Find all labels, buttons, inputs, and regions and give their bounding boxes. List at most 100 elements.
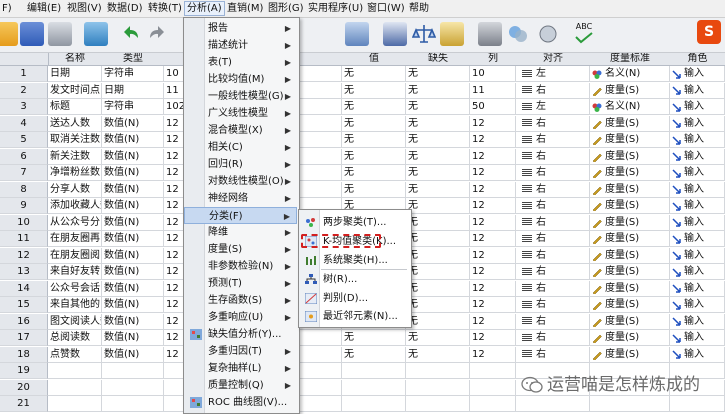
cell-cols[interactable] xyxy=(470,396,516,412)
cell-num[interactable]: 18 xyxy=(0,346,48,363)
cell-num[interactable]: 19 xyxy=(0,363,48,379)
analyze-menu-item[interactable]: 混合模型(X) ▶ xyxy=(184,122,297,139)
cell-align[interactable]: 右 xyxy=(516,264,590,280)
cell-num[interactable]: 6 xyxy=(0,148,48,165)
undo-icon[interactable] xyxy=(118,22,142,46)
cell-align[interactable]: 右 xyxy=(516,165,590,181)
cell-type[interactable]: 数值(N) xyxy=(102,148,164,165)
cell-width[interactable]: 12 xyxy=(164,264,184,280)
cell-type[interactable]: 字符串 xyxy=(102,66,164,82)
cell-value[interactable] xyxy=(342,363,406,379)
cell-type[interactable]: 数值(N) xyxy=(102,330,164,346)
save-icon[interactable] xyxy=(20,22,44,46)
table-row[interactable]: 6 新关注数 数值(N) 12 无无 12 右度量(S) 输入 xyxy=(0,148,725,165)
cell-width[interactable] xyxy=(164,396,184,412)
analyze-menu-item[interactable]: 复杂抽样(L) ▶ xyxy=(184,360,297,377)
dialog-recall-icon[interactable] xyxy=(84,22,108,46)
menu-8[interactable]: 实用程序(U) xyxy=(308,2,363,15)
cell-name[interactable]: 添加收藏人数 xyxy=(48,198,102,214)
menu-2[interactable]: 视图(V) xyxy=(67,2,102,15)
menu-6[interactable]: 直销(M) xyxy=(227,2,263,15)
cell-role[interactable]: 输入 xyxy=(670,66,725,82)
table-row[interactable]: 2 发文时间点 日期 11 无无 11 右度量(S) 输入 xyxy=(0,82,725,99)
cell-measure[interactable]: 度量(S) xyxy=(590,82,670,99)
cell-cols[interactable] xyxy=(470,379,516,396)
column-header-5[interactable]: 缺失 xyxy=(406,53,471,66)
cell-measure[interactable]: 度量(S) xyxy=(590,231,670,247)
cell-width[interactable]: 12 xyxy=(164,148,184,165)
cell-cols[interactable] xyxy=(470,363,516,379)
analyze-menu-item[interactable]: 缺失值分析(Y)... xyxy=(184,326,297,343)
cell-width[interactable]: 12 xyxy=(164,132,184,148)
cell-align[interactable]: 左 xyxy=(516,99,590,115)
show-all-icon[interactable] xyxy=(506,22,530,46)
cell-value[interactable]: 无 xyxy=(342,82,406,99)
menu-5[interactable]: 分析(A) xyxy=(184,1,225,16)
cell-width[interactable]: 12 xyxy=(164,247,184,264)
cell-name[interactable]: 总阅读数 xyxy=(48,330,102,346)
cell-cols[interactable]: 12 xyxy=(470,330,516,346)
cell-missing[interactable]: 无 xyxy=(406,66,470,82)
cell-cols[interactable]: 12 xyxy=(470,264,516,280)
cell-role[interactable]: 输入 xyxy=(670,82,725,99)
cell-missing[interactable]: 无 xyxy=(406,280,470,297)
cell-align[interactable]: 右 xyxy=(516,148,590,165)
column-header-1[interactable]: 类型 xyxy=(102,53,165,66)
cell-width[interactable]: 11 xyxy=(164,82,184,99)
cell-cols[interactable]: 12 xyxy=(470,297,516,313)
cell-name[interactable]: 送达人数 xyxy=(48,115,102,132)
cell-cols[interactable]: 12 xyxy=(470,313,516,330)
cell-role[interactable]: 输入 xyxy=(670,148,725,165)
cell-missing[interactable]: 无 xyxy=(406,313,470,330)
cell-value[interactable]: 无 xyxy=(342,115,406,132)
cell-missing[interactable]: 无 xyxy=(406,330,470,346)
cell-measure[interactable]: 度量(S) xyxy=(590,247,670,264)
cell-role[interactable]: 输入 xyxy=(670,280,725,297)
table-row[interactable]: 5 取消关注数 数值(N) 12 无无 12 右度量(S) 输入 xyxy=(0,132,725,148)
table-row[interactable]: 7 净增粉丝数 数值(N) 12 无无 12 右度量(S) 输入 xyxy=(0,165,725,181)
cell-role[interactable]: 输入 xyxy=(670,132,725,148)
cell-cols[interactable]: 12 xyxy=(470,165,516,181)
cell-value[interactable] xyxy=(342,396,406,412)
cell-width[interactable]: 102 xyxy=(164,99,184,115)
cell-cols[interactable]: 12 xyxy=(470,231,516,247)
cell-value[interactable]: 无 xyxy=(342,181,406,198)
cell-name[interactable]: 取消关注数 xyxy=(48,132,102,148)
table-row[interactable]: 8 分享人数 数值(N) 12 无无 12 右度量(S) 输入 xyxy=(0,181,725,198)
cell-width[interactable]: 12 xyxy=(164,214,184,231)
classify-item-twostep[interactable]: 两步聚类(T)... xyxy=(299,214,409,231)
cell-cols[interactable]: 12 xyxy=(470,346,516,363)
menu-0[interactable]: F) xyxy=(2,2,12,15)
cell-type[interactable] xyxy=(102,363,164,379)
table-row[interactable]: 21 xyxy=(0,396,725,412)
cell-type[interactable]: 数值(N) xyxy=(102,247,164,264)
cell-missing[interactable]: 无 xyxy=(406,346,470,363)
cell-num[interactable]: 21 xyxy=(0,396,48,412)
cell-cols[interactable]: 12 xyxy=(470,148,516,165)
classify-item-hier[interactable]: 系统聚类(H)... xyxy=(299,252,409,269)
cell-type[interactable]: 字符串 xyxy=(102,99,164,115)
cell-cols[interactable]: 12 xyxy=(470,181,516,198)
analyze-menu-item[interactable]: 报告 ▶ xyxy=(184,20,297,37)
column-header-6[interactable]: 列 xyxy=(470,53,517,66)
analyze-menu-item[interactable]: 非参数检验(N) ▶ xyxy=(184,258,297,275)
analyze-menu-item[interactable]: 相关(C) ▶ xyxy=(184,139,297,156)
cell-cols[interactable]: 12 xyxy=(470,247,516,264)
cell-measure[interactable]: 度量(S) xyxy=(590,148,670,165)
cell-cols[interactable]: 12 xyxy=(470,132,516,148)
cell-role[interactable]: 输入 xyxy=(670,330,725,346)
cell-name[interactable]: 分享人数 xyxy=(48,181,102,198)
cell-name[interactable]: 发文时间点 xyxy=(48,82,102,99)
cell-value[interactable]: 无 xyxy=(342,132,406,148)
cell-role[interactable]: 输入 xyxy=(670,264,725,280)
table-row[interactable]: 1 日期 字符串 10 无无 10 左名义(N) 输入 xyxy=(0,66,725,82)
cell-measure[interactable]: 度量(S) xyxy=(590,297,670,313)
cell-num[interactable]: 11 xyxy=(0,231,48,247)
select-cases-icon[interactable] xyxy=(345,22,369,46)
cell-name[interactable]: 日期 xyxy=(48,66,102,82)
cell-missing[interactable]: 无 xyxy=(406,247,470,264)
cell-width[interactable]: 12 xyxy=(164,115,184,132)
analyze-menu-item[interactable]: 比较均值(M) ▶ xyxy=(184,71,297,88)
cell-measure[interactable] xyxy=(590,396,670,412)
cell-role[interactable]: 输入 xyxy=(670,99,725,115)
